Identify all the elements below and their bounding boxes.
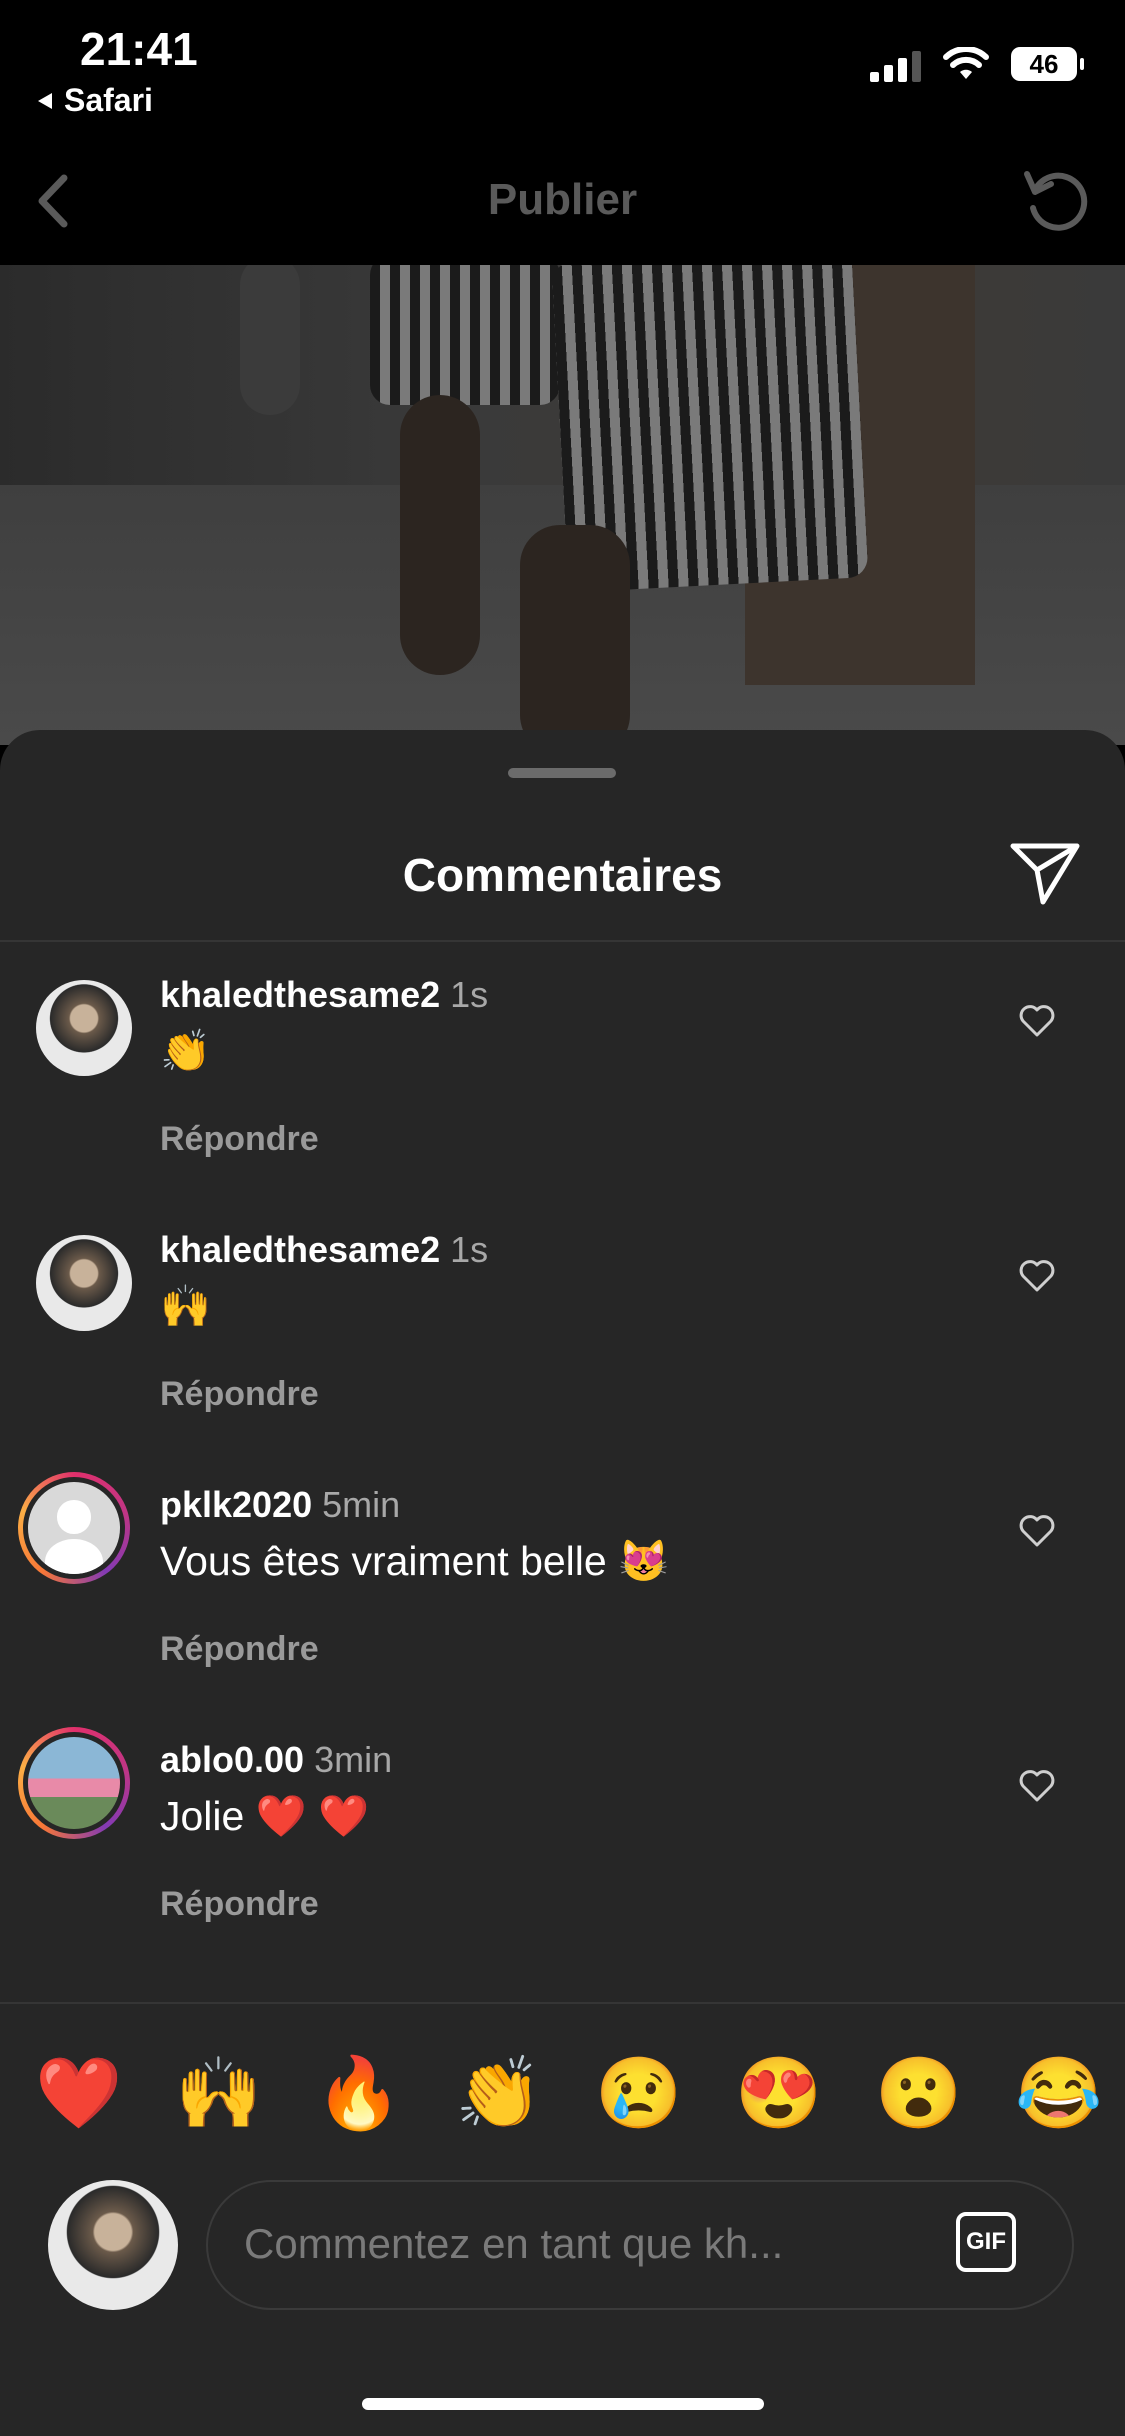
emoji-fire-button[interactable]: 🔥	[314, 2048, 404, 2138]
gif-button[interactable]: GIF	[956, 2212, 1016, 2272]
emoji-heart-eyes-button[interactable]: 😍	[734, 2048, 824, 2138]
wifi-icon	[943, 47, 989, 79]
comment-text: Vous êtes vraiment belle 😻	[160, 1538, 670, 1584]
divider	[0, 2002, 1125, 2004]
default-avatar-icon	[28, 1482, 120, 1574]
comment-username[interactable]: khaledthesame2	[160, 974, 440, 1015]
comment-time: 3min	[314, 1739, 393, 1780]
comment-input[interactable]: Commentez en tant que kh... GIF	[206, 2180, 1074, 2310]
emoji-surprised-button[interactable]: 😮	[874, 2048, 964, 2138]
comment-item: khaledthesame2 1s 🙌 Répondre	[0, 1195, 1125, 1445]
quick-emoji-bar: ❤️ 🙌 🔥 👏 😢 😍 😮 😂	[34, 2048, 1104, 2138]
top-nav: Publier	[0, 140, 1125, 265]
story-avatar[interactable]	[18, 1472, 130, 1584]
story-avatar[interactable]	[18, 1727, 130, 1839]
comment-text: Jolie ❤️ ❤️	[160, 1793, 370, 1839]
comment-time: 1s	[450, 1229, 489, 1270]
heart-icon[interactable]	[1017, 1255, 1057, 1295]
reply-button[interactable]: Répondre	[160, 1120, 319, 1159]
current-user-avatar	[48, 2180, 178, 2310]
comment-text: 🙌	[160, 1283, 212, 1329]
battery-icon: 46	[1011, 47, 1084, 81]
avatar-photo	[28, 1737, 120, 1829]
comment-item: khaledthesame2 1s 👏 Répondre	[0, 940, 1125, 1190]
emoji-laugh-button[interactable]: 😂	[1014, 2048, 1104, 2138]
emoji-heart-button[interactable]: ❤️	[34, 2048, 124, 2138]
home-indicator	[362, 2398, 764, 2410]
comments-sheet: Commentaires khaledthesame2 1s 👏 Répondre…	[0, 730, 1125, 2436]
emoji-clap-button[interactable]: 👏	[454, 2048, 544, 2138]
comment-username[interactable]: pklk2020	[160, 1484, 312, 1525]
comment-time: 1s	[450, 974, 489, 1015]
cellular-signal-icon	[870, 46, 921, 82]
status-time: 21:41	[80, 23, 198, 75]
heart-icon[interactable]	[1017, 1000, 1057, 1040]
emoji-cry-button[interactable]: 😢	[594, 2048, 684, 2138]
comment-time: 5min	[322, 1484, 401, 1525]
reply-button[interactable]: Répondre	[160, 1375, 319, 1414]
status-bar: 21:41 Safari 46	[0, 0, 1125, 140]
heart-icon[interactable]	[1017, 1765, 1057, 1805]
comment-input-placeholder: Commentez en tant que kh...	[244, 2220, 784, 2267]
sheet-grabber[interactable]	[508, 768, 616, 778]
avatar[interactable]	[36, 980, 132, 1076]
page-title: Publier	[487, 175, 638, 224]
comment-username[interactable]: ablo0.00	[160, 1739, 304, 1780]
reply-button[interactable]: Répondre	[160, 1885, 319, 1924]
post-photo	[0, 265, 1125, 745]
comment-item: ablo0.00 3min Jolie ❤️ ❤️ Répondre	[0, 1705, 1125, 1955]
comment-item: pklk2020 5min Vous êtes vraiment belle 😻 …	[0, 1450, 1125, 1700]
back-app-label: Safari	[64, 82, 153, 118]
refresh-icon[interactable]	[1019, 162, 1095, 238]
heart-icon[interactable]	[1017, 1510, 1057, 1550]
reply-button[interactable]: Répondre	[160, 1630, 319, 1669]
share-icon[interactable]	[1009, 840, 1081, 906]
comment-text: 👏	[160, 1028, 212, 1074]
sheet-title: Commentaires	[402, 849, 723, 901]
emoji-raised-hands-button[interactable]: 🙌	[174, 2048, 264, 2138]
back-triangle-icon	[38, 92, 52, 109]
avatar[interactable]	[36, 1235, 132, 1331]
comment-username[interactable]: khaledthesame2	[160, 1229, 440, 1270]
back-to-safari-link[interactable]: Safari	[36, 82, 153, 119]
